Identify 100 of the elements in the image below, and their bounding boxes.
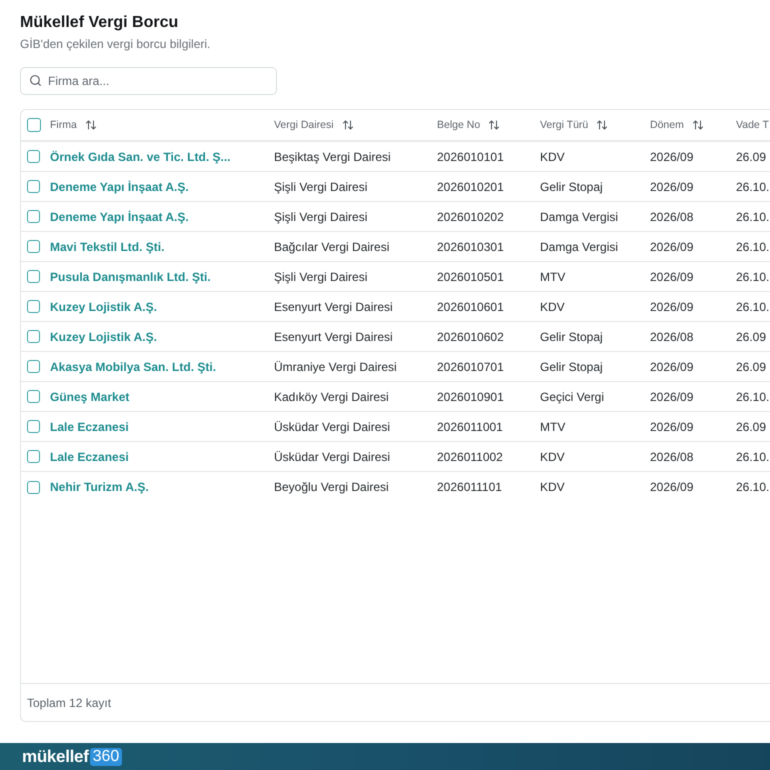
table-cell: 2026/08: [650, 450, 694, 464]
table-cell: KDV: [540, 300, 565, 314]
row-checkbox[interactable]: [27, 210, 40, 223]
company-link[interactable]: Örnek Gıda San. ve Tic. Ltd. Ş...: [50, 150, 230, 164]
table-cell: MTV: [540, 420, 566, 434]
table-cell: 26.10.: [736, 480, 770, 494]
table-cell: 2026011002: [437, 450, 503, 464]
sort-icon[interactable]: [596, 119, 608, 131]
table-cell: 26.09: [736, 150, 766, 164]
table-cell: 26.10.: [736, 390, 770, 404]
row-checkbox[interactable]: [27, 270, 40, 283]
table-cell: 2026/09: [650, 300, 694, 314]
table-cell: 2026/09: [650, 420, 694, 434]
table-cell: 2026010602: [437, 330, 504, 344]
table-cell: 26.10.: [736, 270, 770, 284]
company-link[interactable]: Kuzey Lojistik A.Ş.: [50, 330, 157, 344]
table-cell: Üsküdar Vergi Dairesi: [274, 450, 390, 464]
table-cell: 2026010202: [437, 210, 504, 224]
table-cell: Geçici Vergi: [540, 390, 604, 404]
table-cell: 26.09: [736, 360, 766, 374]
table-cell: 2026010301: [437, 240, 504, 254]
table-cell: 2026011001: [437, 420, 503, 434]
column-header[interactable]: Vergi Türü: [540, 119, 608, 131]
table-cell: 2026/08: [650, 210, 694, 224]
column-header[interactable]: Dönem: [650, 119, 704, 131]
table-cell: 26.10.: [736, 240, 770, 254]
row-checkbox[interactable]: [27, 360, 40, 373]
table-cell: Şişli Vergi Dairesi: [274, 210, 368, 224]
select-all-checkbox[interactable]: [27, 118, 41, 132]
column-header: Vade T: [736, 119, 769, 131]
table-cell: Gelir Stopaj: [540, 180, 603, 194]
column-header[interactable]: Firma: [50, 119, 97, 131]
column-header[interactable]: Vergi Dairesi: [274, 119, 354, 131]
row-checkbox[interactable]: [27, 450, 40, 463]
table-cell: Esenyurt Vergi Dairesi: [274, 330, 393, 344]
table-cell: KDV: [540, 150, 565, 164]
table-cell: 2026010901: [437, 390, 504, 404]
row-checkbox[interactable]: [27, 480, 40, 494]
table-cell: 26.09: [736, 330, 766, 344]
company-link[interactable]: Deneme Yapı İnşaat A.Ş.: [50, 210, 189, 224]
company-link[interactable]: Kuzey Lojistik A.Ş.: [50, 300, 157, 314]
sort-icon[interactable]: [84, 119, 97, 131]
table-cell: 2026010601: [437, 300, 504, 314]
table-cell: Kadıköy Vergi Dairesi: [274, 390, 389, 404]
table-cell: Gelir Stopaj: [540, 360, 603, 374]
search-icon: [29, 74, 42, 87]
page-subtitle: GİB'den çekilen vergi borcu bilgileri.: [20, 36, 210, 52]
table-cell: 2026/09: [650, 150, 694, 164]
company-link[interactable]: Lale Eczanesi: [50, 450, 129, 464]
sort-icon[interactable]: [692, 119, 704, 131]
table-cell: Esenyurt Vergi Dairesi: [274, 300, 393, 314]
table-cell: 26.10.: [736, 450, 770, 464]
brand-badge: 360: [90, 748, 122, 766]
table-cell: Beyoğlu Vergi Dairesi: [274, 480, 389, 494]
row-checkbox[interactable]: [27, 420, 40, 433]
table-cell: 2026010501: [437, 270, 504, 284]
company-link[interactable]: Mavi Tekstil Ltd. Şti.: [50, 240, 164, 254]
company-link[interactable]: Deneme Yapı İnşaat A.Ş.: [50, 180, 189, 194]
table-cell: 2026/09: [650, 360, 694, 374]
row-checkbox[interactable]: [27, 150, 40, 163]
company-link[interactable]: Pusula Danışmanlık Ltd. Şti.: [50, 270, 211, 284]
table-cell: 26.10.: [736, 180, 770, 194]
record-count: Toplam 12 kayıt: [27, 696, 112, 710]
table-cell: 2026010201: [437, 180, 504, 194]
company-link[interactable]: Akasya Mobilya San. Ltd. Şti.: [50, 360, 216, 374]
row-checkbox[interactable]: [27, 180, 40, 193]
table-cell: Beşiktaş Vergi Dairesi: [274, 150, 391, 164]
page-title: Mükellef Vergi Borcu: [20, 13, 178, 33]
table-cell: Gelir Stopaj: [540, 330, 603, 344]
row-checkbox[interactable]: [27, 390, 40, 403]
company-link[interactable]: Güneş Market: [50, 390, 130, 404]
table-cell: KDV: [540, 450, 565, 464]
table-cell: Üsküdar Vergi Dairesi: [274, 420, 390, 434]
table-cell: 26.10.: [736, 210, 770, 224]
row-checkbox[interactable]: [27, 330, 40, 343]
table-cell: 2026010701: [437, 360, 504, 374]
search-field[interactable]: Firma ara...: [20, 67, 277, 95]
table-cell: MTV: [540, 270, 566, 284]
row-checkbox[interactable]: [27, 240, 40, 253]
sort-icon[interactable]: [342, 119, 354, 131]
table-cell: 2026/09: [650, 480, 694, 494]
table-cell: 26.10.: [736, 300, 770, 314]
table-cell: 2026/09: [650, 390, 694, 404]
table-cell: 2026010101: [437, 150, 504, 164]
brand-name: mükellef: [22, 746, 89, 766]
table-cell: 2026/09: [650, 270, 694, 284]
table-cell: KDV: [540, 480, 565, 494]
table-cell: Damga Vergisi: [540, 210, 618, 224]
table-cell: 26.09: [736, 420, 766, 434]
table-cell: 2026/08: [650, 330, 694, 344]
table-cell: Ümraniye Vergi Dairesi: [274, 360, 397, 374]
row-checkbox[interactable]: [27, 300, 40, 313]
table-cell: 2026/09: [650, 180, 694, 194]
table-cell: Şişli Vergi Dairesi: [274, 270, 368, 284]
company-link[interactable]: Nehir Turizm A.Ş.: [50, 480, 149, 494]
company-link[interactable]: Lale Eczanesi: [50, 420, 129, 434]
table-cell: Damga Vergisi: [540, 240, 618, 254]
table-cell: 2026/09: [650, 240, 694, 254]
sort-icon[interactable]: [488, 119, 500, 131]
column-header[interactable]: Belge No: [437, 119, 500, 131]
